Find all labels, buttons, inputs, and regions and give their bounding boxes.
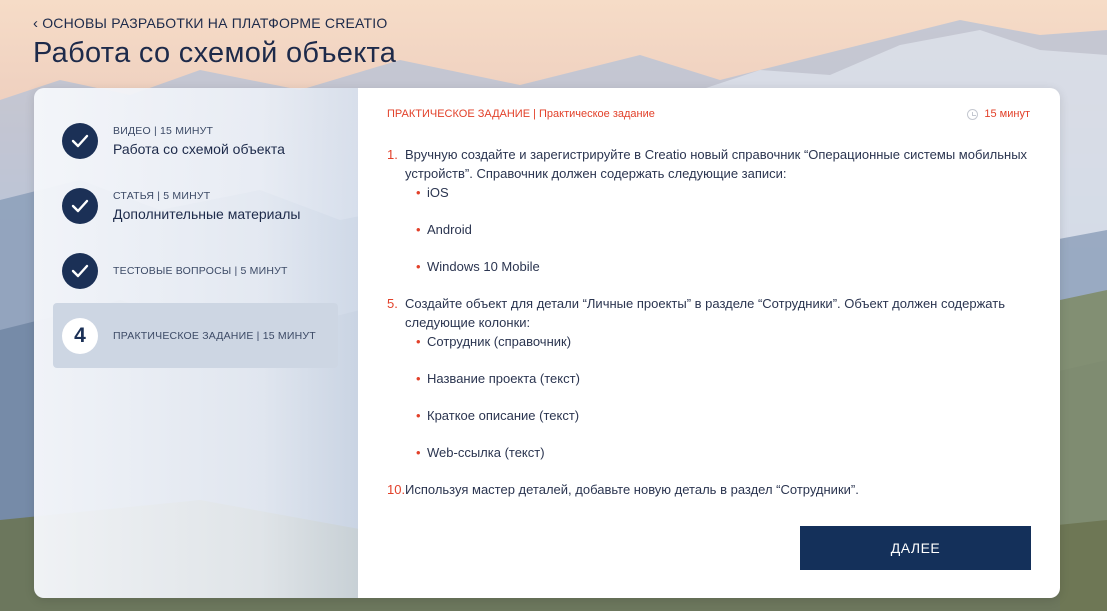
task-item: 5. Создайте объект для детали “Личные пр… (387, 294, 1030, 480)
task-item: 1. Вручную создайте и зарегистрируйте в … (387, 145, 1030, 294)
list-item: Windows 10 Mobile (416, 257, 1030, 276)
task-text: Создайте объект для детали “Личные проек… (405, 296, 1005, 330)
breadcrumb[interactable]: ‹ ОСНОВЫ РАЗРАБОТКИ НА ПЛАТФОРМЕ CREATIO (33, 15, 388, 31)
list-item: Web-ссылка (текст) (416, 443, 1030, 462)
page-title: Работа со схемой объекта (33, 37, 397, 69)
duration: 15 минут (967, 108, 1030, 120)
step-title: Работа со схемой объекта (113, 140, 285, 157)
task-item: 10. Используя мастер деталей, добавьте н… (387, 480, 1030, 499)
task-number: 10. (387, 482, 406, 497)
task-sublist: iOS Android Windows 10 Mobile (416, 183, 1030, 276)
step-article[interactable]: СТАТЬЯ | 5 МИНУТ Дополнительные материал… (53, 173, 338, 238)
check-icon (62, 122, 98, 159)
list-item: Сотрудник (справочник) (416, 332, 1030, 351)
task-number: 5. (387, 296, 398, 311)
task-content: ПРАКТИЧЕСКОЕ ЗАДАНИЕ | Практическое зада… (358, 88, 1060, 598)
step-number: 4 (62, 317, 98, 354)
chevron-left-icon: ‹ (33, 14, 39, 32)
lesson-card: ВИДЕО | 15 МИНУТ Работа со схемой объект… (34, 88, 1060, 598)
breadcrumb-label[interactable]: ОСНОВЫ РАЗРАБОТКИ НА ПЛАТФОРМЕ CREATIO (42, 15, 387, 31)
next-button[interactable]: ДАЛЕЕ (800, 526, 1031, 570)
step-meta: СТАТЬЯ | 5 МИНУТ (113, 189, 211, 202)
step-meta: ПРАКТИЧЕСКОЕ ЗАДАНИЕ | 15 МИНУТ (113, 329, 316, 342)
step-practical-task[interactable]: 4 ПРАКТИЧЕСКОЕ ЗАДАНИЕ | 15 МИНУТ (53, 303, 338, 368)
task-text: Используя мастер деталей, добавьте новую… (405, 482, 859, 497)
check-icon (62, 187, 98, 224)
list-item: iOS (416, 183, 1030, 202)
task-text: Вручную создайте и зарегистрируйте в Cre… (405, 147, 1028, 181)
task-number: 1. (387, 147, 398, 162)
step-meta: ТЕСТОВЫЕ ВОПРОСЫ | 5 МИНУТ (113, 264, 288, 277)
check-icon (62, 252, 98, 289)
step-meta: ВИДЕО | 15 МИНУТ (113, 124, 214, 137)
task-list: 1. Вручную создайте и зарегистрируйте в … (387, 145, 1030, 499)
section-label: ПРАКТИЧЕСКОЕ ЗАДАНИЕ | Практическое зада… (387, 108, 655, 120)
list-item: Android (416, 220, 1030, 239)
duration-label: 15 минут (984, 108, 1030, 120)
task-sublist: Сотрудник (справочник) Название проекта … (416, 332, 1030, 462)
clock-icon (967, 108, 979, 120)
steps-sidebar: ВИДЕО | 15 МИНУТ Работа со схемой объект… (34, 88, 358, 598)
list-item: Краткое описание (текст) (416, 406, 1030, 425)
step-test-questions[interactable]: ТЕСТОВЫЕ ВОПРОСЫ | 5 МИНУТ (53, 238, 338, 303)
list-item: Название проекта (текст) (416, 369, 1030, 388)
step-title: Дополнительные материалы (113, 205, 301, 222)
step-video[interactable]: ВИДЕО | 15 МИНУТ Работа со схемой объект… (53, 108, 338, 173)
